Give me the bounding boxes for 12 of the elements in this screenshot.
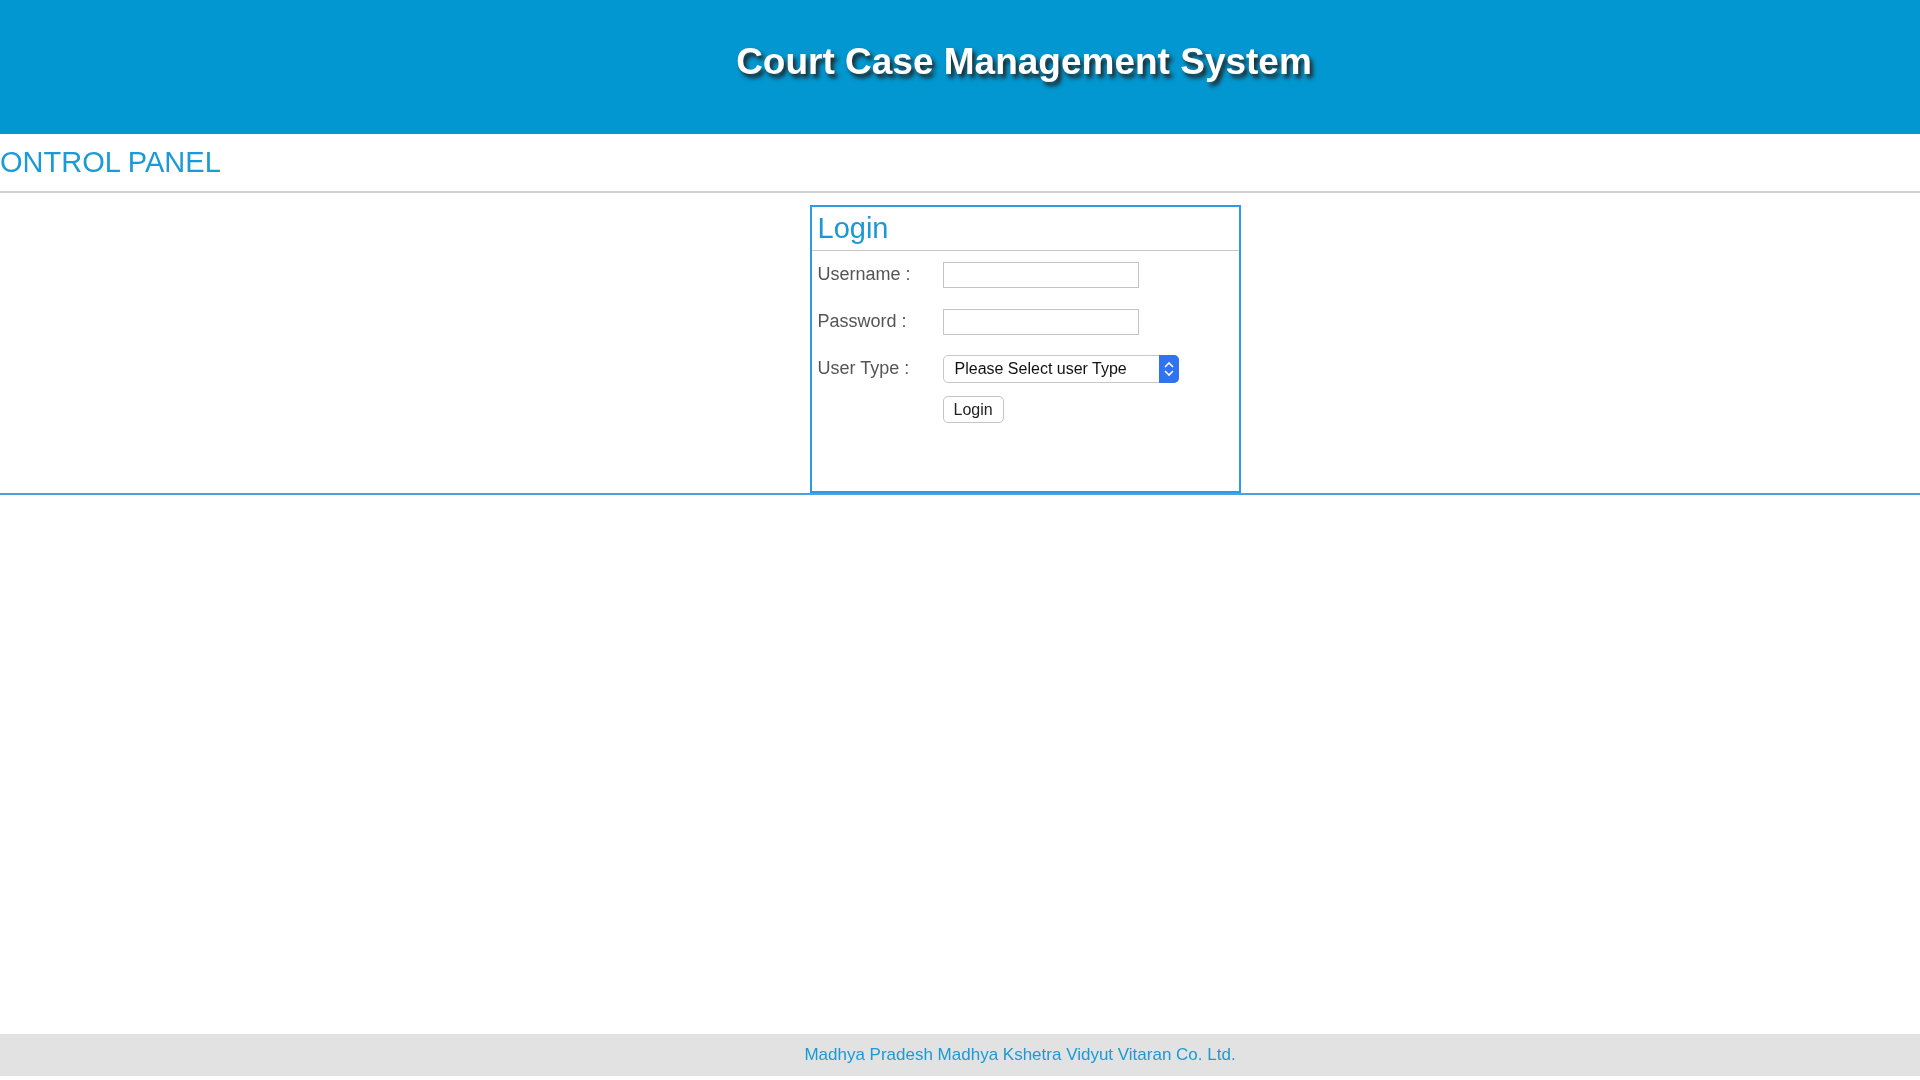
field-label: Password : [817, 311, 908, 332]
password-field[interactable] [942, 308, 1139, 335]
login-title: Login [811, 207, 1239, 251]
app-title: Court Case Management System [736, 41, 1312, 83]
footer-text: Madhya Pradesh Madhya Kshetra Vidyut Vitaran Co. Ltd. [804, 1045, 1236, 1065]
login-button[interactable]: Login [942, 396, 1004, 423]
field-label: User Type : [817, 358, 911, 379]
user-type-dropdown[interactable]: Please Select user Type [942, 354, 1179, 383]
username-field[interactable] [942, 261, 1139, 288]
section-title: ONTROL PANEL [0, 146, 221, 179]
field-label: Username : [817, 264, 912, 285]
stepper-arrows-icon [1158, 354, 1179, 383]
